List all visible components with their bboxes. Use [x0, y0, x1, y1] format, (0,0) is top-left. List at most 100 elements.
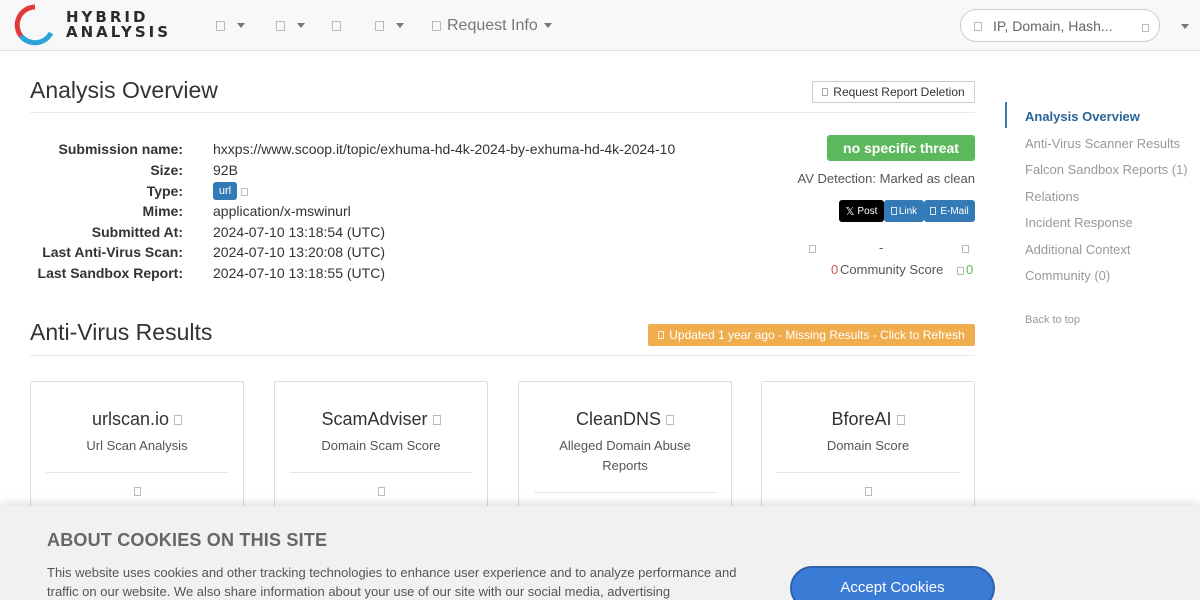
result-icon [864, 487, 872, 496]
av-card-name: ScamAdviser [321, 409, 428, 429]
av-card-title: urlscan.io [31, 409, 243, 430]
last-sandbox-report-value: 2024-07-10 13:18:55 (UTC) [213, 265, 385, 281]
request-report-deletion-button[interactable]: Request Report Deletion [812, 81, 975, 103]
toc-analysis-overview[interactable]: Analysis Overview [1025, 109, 1140, 124]
type-label: Type: [146, 183, 183, 199]
toc-relations[interactable]: Relations [1025, 189, 1079, 204]
hybrid-analysis-logo[interactable]: HYBRID ANALYSIS [14, 4, 184, 46]
chevron-down-icon [543, 23, 552, 28]
toc-back-to-top[interactable]: Back to top [1025, 314, 1080, 326]
last-sandbox-report-label: Last Sandbox Report: [37, 265, 183, 281]
divider [777, 472, 959, 473]
divider [534, 492, 716, 493]
community-up-count: 0 [966, 262, 974, 277]
search-submit-icon[interactable] [1142, 24, 1149, 32]
divider [290, 472, 472, 473]
logo-ring-icon [14, 4, 54, 46]
divider [46, 472, 228, 473]
trash-icon [822, 88, 829, 96]
av-card-subtitle: Alleged Domain Abuse Reports [559, 438, 691, 473]
av-card-title: ScamAdviser [275, 409, 487, 430]
threat-verdict-badge: no specific threat [827, 135, 975, 161]
av-card-subtitle: Url Scan Analysis [86, 438, 188, 453]
av-card-name: urlscan.io [91, 409, 170, 429]
av-card-cleandns: CleanDNS Alleged Domain Abuse Reports [518, 381, 732, 521]
search-box [960, 9, 1160, 42]
av-detection-status: AV Detection: Marked as clean [797, 171, 975, 186]
info-icon [432, 20, 441, 31]
accept-cookies-button[interactable]: Accept Cookies [790, 566, 995, 600]
refresh-results-button[interactable]: Updated 1 year ago - Missing Results - C… [648, 324, 975, 346]
community-score-dash: - [879, 240, 884, 255]
share-link-button[interactable]: Link [884, 200, 924, 222]
chevron-down-icon [297, 23, 305, 28]
av-card-scamadviser: ScamAdviser Domain Scam Score [274, 381, 488, 521]
search-icon [974, 22, 982, 31]
share-email-label: E-Mail [940, 205, 969, 217]
divider [30, 112, 975, 113]
av-card-title: CleanDNS [519, 409, 731, 430]
last-av-scan-label: Last Anti-Virus Scan: [42, 244, 183, 260]
menu-icon [216, 20, 225, 31]
cookie-banner-text: This website uses cookies and other trac… [47, 565, 737, 599]
thumbs-down-icon[interactable] [809, 245, 816, 253]
share-post-button[interactable]: 𝕏 Post [839, 200, 884, 222]
refresh-icon [658, 331, 665, 339]
refresh-results-label: Updated 1 year ago - Missing Results - C… [669, 328, 965, 342]
divider [30, 355, 975, 356]
menu-icon [375, 20, 384, 31]
toc-anti-virus-scanner-results[interactable]: Anti-Virus Scanner Results [1025, 136, 1180, 151]
av-card-subtitle: Domain Score [826, 438, 910, 453]
type-url-badge: url [213, 182, 237, 200]
logo-text: HYBRID ANALYSIS [66, 10, 171, 40]
nav-request-info-label: Request Info [447, 16, 538, 34]
nav-menu-2[interactable] [276, 0, 305, 51]
share-email-button[interactable]: E-Mail [924, 200, 975, 222]
av-card-bforeai: BforeAI Domain Score [761, 381, 975, 521]
submitted-at-label: Submitted At: [91, 224, 183, 240]
av-card-subtitle: Domain Scam Score [321, 438, 441, 453]
chevron-down-icon [237, 23, 245, 28]
nav-request-info[interactable]: Request Info [432, 0, 552, 51]
menu-icon [276, 20, 285, 31]
mime-label: Mime: [142, 203, 183, 219]
info-icon[interactable] [957, 267, 964, 275]
result-icon [377, 487, 385, 496]
nav-menu-1[interactable] [216, 0, 245, 51]
toc-incident-response[interactable]: Incident Response [1025, 215, 1133, 230]
thumbs-up-icon[interactable] [962, 245, 969, 253]
last-av-scan-value: 2024-07-10 13:20:08 (UTC) [213, 244, 385, 260]
av-card-title: BforeAI [762, 409, 974, 430]
result-icon [133, 487, 141, 496]
email-icon [930, 207, 937, 215]
search-input[interactable] [993, 17, 1133, 35]
toc-community[interactable]: Community (0) [1025, 268, 1110, 283]
av-card-name: CleanDNS [575, 409, 662, 429]
nav-menu-3[interactable] [332, 0, 347, 51]
info-icon[interactable] [432, 415, 441, 426]
x-logo-icon: 𝕏 [845, 205, 855, 218]
toc-falcon-sandbox-reports[interactable]: Falcon Sandbox Reports (1) [1025, 162, 1188, 177]
logo-text-line2: ANALYSIS [66, 23, 172, 41]
request-report-deletion-label: Request Report Deletion [833, 85, 965, 99]
nav-menu-4[interactable] [375, 0, 404, 51]
cookie-banner-title: ABOUT COOKIES ON THIS SITE [47, 530, 328, 550]
toc-additional-context[interactable]: Additional Context [1025, 242, 1131, 257]
size-value: 92B [213, 162, 238, 178]
analysis-overview-title: Analysis Overview [30, 77, 218, 103]
info-icon[interactable] [241, 188, 248, 196]
toc-active-indicator [1005, 102, 1007, 128]
link-icon [890, 207, 897, 215]
user-menu-chevron-icon[interactable] [1181, 24, 1189, 29]
info-icon[interactable] [896, 415, 905, 426]
info-icon[interactable] [174, 415, 183, 426]
community-down-count: 0 [831, 262, 839, 277]
menu-icon [332, 20, 341, 31]
info-icon[interactable] [666, 415, 675, 426]
size-label: Size: [150, 162, 183, 178]
submission-name-value: hxxps://www.scoop.it/topic/exhuma-hd-4k-… [213, 141, 676, 157]
av-card-urlscan: urlscan.io Url Scan Analysis [30, 381, 244, 521]
community-score-label: Community Score [840, 262, 944, 277]
av-card-name: BforeAI [831, 409, 892, 429]
anti-virus-results-title: Anti-Virus Results [30, 319, 213, 345]
